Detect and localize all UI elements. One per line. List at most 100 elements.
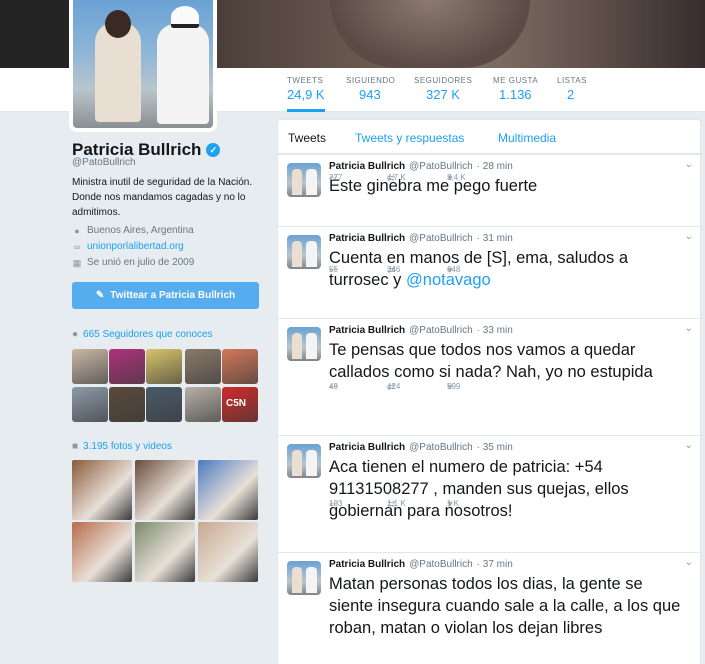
tweet-author-name[interactable]: Patricia Bullrich [329, 325, 405, 336]
tweet-avatar[interactable] [287, 444, 321, 478]
chevron-down-icon[interactable]: ⌄ [685, 440, 693, 451]
follower-avatar[interactable] [146, 387, 182, 422]
tweet-author-name[interactable]: Patricia Bullrich [329, 233, 405, 244]
tweet[interactable]: Patricia Bullrich @PatoBullrich · 28 min ⌄ E… [278, 154, 700, 226]
followers-you-know-link[interactable]: ● 665 Seguidores que conoces [72, 329, 213, 340]
tweet-header: Patricia Bullrich @PatoBullrich · 35 min [329, 442, 513, 453]
tweet-header: Patricia Bullrich @PatoBullrich · 37 min [329, 559, 513, 570]
follower-avatar[interactable] [185, 387, 221, 422]
follower-avatar[interactable] [185, 349, 221, 384]
follower-avatar[interactable] [146, 349, 182, 384]
tab-tweets-and-replies[interactable]: Tweets y respuestas [355, 131, 464, 145]
chevron-down-icon[interactable]: ⌄ [685, 159, 693, 170]
like-count: 1 K [447, 499, 460, 508]
person-icon: ● [72, 329, 79, 340]
tab-tweets[interactable]: Tweets [288, 131, 326, 145]
tweet-avatar[interactable] [287, 163, 321, 197]
follower-avatar[interactable] [222, 349, 258, 384]
stat-value: 24,9 K [287, 87, 325, 102]
stat-followers[interactable]: SEGUIDORES 327 K [414, 76, 472, 102]
camera-icon: ■ [72, 441, 79, 452]
tweet-text: Te pensas que todos nos vamos a quedar c… [329, 339, 689, 383]
calendar-icon: ▦ [72, 257, 82, 268]
tweet-timestamp[interactable]: · 28 min [477, 161, 513, 172]
chevron-down-icon[interactable]: ⌄ [685, 557, 693, 568]
follower-avatar[interactable] [109, 349, 145, 384]
tweet[interactable]: Patricia Bullrich @PatoBullrich · 35 min ⌄ A… [278, 435, 700, 552]
stat-following[interactable]: SIGUIENDO 943 [346, 76, 395, 102]
tweet-timestamp[interactable]: · 35 min [477, 442, 513, 453]
tweet-text-body: Te pensas que todos nos vamos a quedar c… [329, 341, 653, 381]
tab-media[interactable]: Multimedia [498, 131, 556, 145]
retweet-count: 4,7 K [387, 173, 406, 182]
media-thumbnail[interactable] [198, 522, 258, 582]
chevron-down-icon[interactable]: ⌄ [685, 323, 693, 334]
location-text: Buenos Aires, Argentina [87, 225, 194, 236]
like-count: 3,4 K [447, 173, 466, 182]
link-icon: ∞ [73, 241, 81, 252]
tweet-text: Cuenta en manos de [S], ema, saludos a t… [329, 247, 689, 291]
timeline: Tweets Tweets y respuestas Multimedia Pa… [277, 119, 701, 664]
stat-tweets[interactable]: TWEETS 24,9 K [287, 76, 325, 112]
chevron-down-icon[interactable]: ⌄ [685, 231, 693, 242]
media-thumbnail[interactable] [198, 460, 258, 520]
media-thumbnail[interactable] [135, 460, 195, 520]
timeline-tabs: Tweets Tweets y respuestas Multimedia [278, 120, 700, 154]
stat-label: SIGUIENDO [346, 76, 396, 85]
stat-value: 327 K [426, 87, 460, 102]
photos-videos-link[interactable]: ■ 3.195 fotos y videos [72, 441, 172, 452]
stat-value: 943 [359, 87, 381, 102]
like-count: 599 [447, 382, 461, 391]
tweet-author-name[interactable]: Patricia Bullrich [329, 442, 405, 453]
tweet-header: Patricia Bullrich @PatoBullrich · 33 min [329, 325, 513, 336]
profile-avatar[interactable] [69, 0, 217, 132]
tweet-timestamp[interactable]: · 31 min [477, 233, 513, 244]
profile-bio: Ministra inutil de seguridad de la Nació… [72, 177, 253, 218]
tweet-to-label: Twittear a Patricia Bullrich [110, 290, 236, 301]
tweet-avatar[interactable] [287, 327, 321, 361]
stat-likes[interactable]: ME GUSTA 1.136 [493, 76, 538, 102]
media-thumbnail[interactable] [72, 460, 132, 520]
tweet-text-body: Aca tienen el numero de patricia: +54 91… [329, 458, 629, 520]
tweet-text: Matan personas todos los dias, la gente … [329, 573, 689, 639]
tweet-text: Aca tienen el numero de patricia: +54 91… [329, 456, 689, 522]
tweet-text-body: Este ginebra me pego fuerte [329, 177, 538, 195]
tweet-avatar[interactable] [287, 561, 321, 595]
stat-lists[interactable]: LISTAS 2 [557, 76, 587, 102]
follower-avatar-label: C5N [226, 398, 247, 409]
profile-joined: ▦ Se unió en julio de 2009 [72, 257, 195, 268]
reply-count: 49 [329, 382, 338, 391]
follower-avatar[interactable] [72, 349, 108, 384]
follower-avatar[interactable] [109, 387, 145, 422]
tweet-header: Patricia Bullrich @PatoBullrich · 28 min [329, 161, 513, 172]
follower-avatar[interactable]: C5N [222, 387, 258, 422]
like-count: 648 [447, 265, 461, 274]
tweet-author-handle[interactable]: @PatoBullrich [409, 325, 473, 336]
tweet-author-handle[interactable]: @PatoBullrich [409, 442, 473, 453]
tweet[interactable]: Patricia Bullrich @PatoBullrich · 33 min ⌄ T… [278, 318, 700, 435]
joined-text: Se unió en julio de 2009 [87, 257, 195, 268]
tweet-avatar[interactable] [287, 235, 321, 269]
media-thumbnail[interactable] [135, 522, 195, 582]
tweet-timestamp[interactable]: · 37 min [477, 559, 513, 570]
reply-count: 55 [329, 265, 338, 274]
stat-label: SEGUIDORES [414, 76, 473, 85]
tweet-text-body: Matan personas todos los dias, la gente … [329, 575, 681, 637]
stat-value: 2 [567, 87, 575, 102]
tweet[interactable]: Patricia Bullrich @PatoBullrich · 31 min ⌄ C… [278, 226, 700, 318]
tweet-to-button[interactable]: ✎ Twittear a Patricia Bullrich [72, 282, 259, 309]
tweet-author-handle[interactable]: @PatoBullrich [409, 233, 473, 244]
retweet-count: 346 [387, 265, 401, 274]
follower-avatar[interactable] [72, 387, 108, 422]
tweet-author-handle[interactable]: @PatoBullrich [409, 161, 473, 172]
profile-website: ∞ unionporlalibertad.org [72, 241, 184, 252]
tweet-timestamp[interactable]: · 33 min [477, 325, 513, 336]
tweet-author-name[interactable]: Patricia Bullrich [329, 559, 405, 570]
tweet-author-name[interactable]: Patricia Bullrich [329, 161, 405, 172]
tweet-author-handle[interactable]: @PatoBullrich [409, 559, 473, 570]
media-thumbnail[interactable] [72, 522, 132, 582]
tweet[interactable]: Patricia Bullrich @PatoBullrich · 37 min ⌄ M… [278, 552, 700, 664]
retweet-count: 424 [387, 382, 401, 391]
website-link[interactable]: unionporlalibertad.org [87, 241, 184, 252]
reply-count: 277 [329, 173, 343, 182]
